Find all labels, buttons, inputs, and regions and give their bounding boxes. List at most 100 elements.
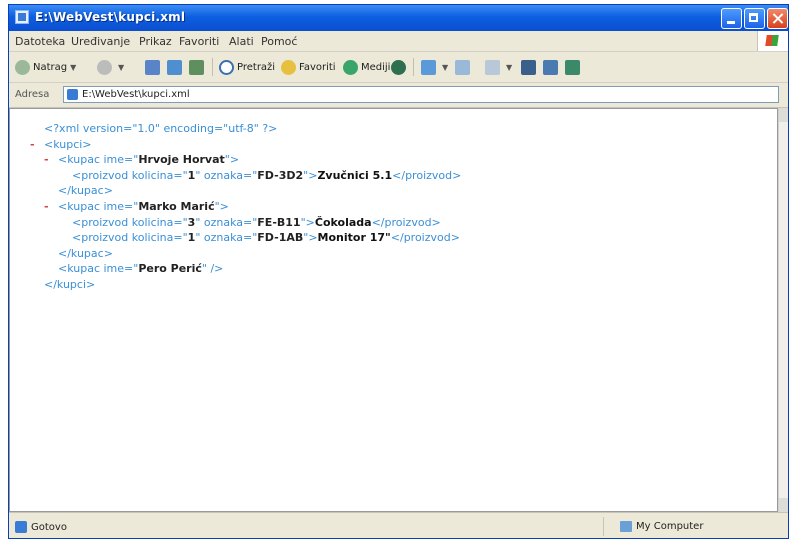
- xml-text-content: Monitor 17": [317, 231, 391, 245]
- xml-tag-part: " />: [201, 262, 224, 276]
- xml-attr-value: Marko Marić: [138, 199, 215, 213]
- address-value: E:\WebVest\kupci.xml: [82, 89, 190, 100]
- xml-tag-part: </kupac>: [58, 246, 113, 260]
- address-input[interactable]: E:\WebVest\kupci.xml: [63, 86, 779, 103]
- toolbar-separator: [212, 58, 213, 76]
- chevron-down-icon: ▼: [70, 62, 77, 72]
- mail-icon: [421, 59, 436, 75]
- menu-file[interactable]: Datoteka: [15, 35, 65, 48]
- xml-tag-part: " oznaka=": [195, 231, 258, 245]
- favorites-button[interactable]: Favoriti: [281, 58, 336, 76]
- messenger-icon: [565, 59, 580, 75]
- title-bar[interactable]: E:\WebVest\kupci.xml: [9, 5, 788, 31]
- menu-view[interactable]: Prikaz: [139, 35, 172, 48]
- search-button[interactable]: Pretraži: [219, 58, 275, 76]
- menu-bar: Datoteka Uređivanje Prikaz Favoriti Alat…: [9, 31, 788, 52]
- minimize-button[interactable]: [721, 8, 742, 29]
- xml-proizvod-line: <proizvod kolicina="1" oznaka="FD-3D2">Z…: [30, 168, 461, 184]
- xml-root-close-line: </kupci>: [30, 277, 461, 293]
- print-button[interactable]: [455, 58, 473, 76]
- address-label: Adresa: [15, 89, 50, 100]
- xml-tag-part: ">: [214, 199, 229, 213]
- xml-root-open-tag: <kupci>: [44, 137, 92, 151]
- menu-help[interactable]: Pomoć: [261, 35, 297, 48]
- xml-tag-part: <kupac ime=": [58, 262, 139, 276]
- mail-button[interactable]: ▼: [421, 58, 448, 76]
- zone-label: My Computer: [636, 521, 704, 532]
- xml-tag-part: <kupac ime=": [58, 153, 139, 167]
- xml-tag-part: <proizvod kolicina=": [72, 168, 188, 182]
- security-zone: My Computer: [603, 517, 774, 536]
- edit-icon: [485, 59, 500, 75]
- menu-tools[interactable]: Alati: [229, 35, 254, 48]
- chevron-down-icon: ▼: [506, 62, 513, 72]
- xml-root-close-tag: </kupci>: [44, 277, 96, 291]
- chevron-down-icon: ▼: [118, 62, 125, 72]
- vertical-scrollbar[interactable]: [778, 108, 788, 512]
- document-view: <?xml version="1.0" encoding="utf-8" ?> …: [9, 108, 778, 512]
- xml-tag-part: </proizvod>: [392, 168, 462, 182]
- close-button[interactable]: [767, 8, 788, 29]
- window-title: E:\WebVest\kupci.xml: [35, 10, 186, 24]
- media-icon: [343, 59, 358, 75]
- xml-tag-part: </proizvod>: [390, 231, 460, 245]
- back-arrow-icon: [15, 59, 30, 75]
- xml-kupac-open-line: - <kupac ime="Hrvoje Horvat">: [30, 152, 461, 168]
- xml-attr-value: Hrvoje Horvat: [138, 153, 225, 167]
- xml-proizvod-line: <proizvod kolicina="1" oznaka="FD-1AB">M…: [30, 230, 461, 246]
- maximize-button[interactable]: [744, 8, 765, 29]
- status-text: Gotovo: [31, 522, 67, 533]
- xml-tag-part: " oznaka=": [195, 215, 258, 229]
- search-label: Pretraži: [237, 61, 276, 73]
- xml-tag-part: ">: [303, 231, 318, 245]
- messenger-button[interactable]: [565, 58, 583, 76]
- xml-text-content: Zvučnici 5.1: [317, 168, 393, 182]
- xml-tag-part: </kupac>: [58, 184, 113, 198]
- xml-tag-part: ">: [300, 215, 315, 229]
- xml-declaration: <?xml version="1.0" encoding="utf-8" ?>: [44, 122, 278, 135]
- stop-icon: [145, 59, 160, 75]
- page-icon: [67, 89, 78, 100]
- xml-attr-value: FD-1AB: [257, 231, 304, 245]
- favorites-label: Favoriti: [299, 61, 336, 73]
- xml-tag-part: <proizvod kolicina=": [72, 231, 188, 245]
- xml-kupac-empty-line: <kupac ime="Pero Perić" />: [30, 261, 461, 277]
- xml-attr-value: Pero Perić: [138, 262, 202, 276]
- menu-edit[interactable]: Uređivanje: [71, 35, 130, 48]
- refresh-icon: [167, 59, 182, 75]
- forward-button[interactable]: ▼: [97, 58, 124, 76]
- xml-tag-part: </proizvod>: [371, 215, 441, 229]
- home-button[interactable]: [189, 58, 207, 76]
- xml-text-content: Čokolada: [314, 215, 372, 229]
- address-bar: Adresa E:\WebVest\kupci.xml: [9, 83, 788, 108]
- edit-button[interactable]: ▼: [485, 58, 512, 76]
- page-done-icon: [15, 521, 27, 533]
- ie-document-icon: [15, 10, 29, 24]
- xml-attr-value: FE-B11: [257, 215, 301, 229]
- browser-window: E:\WebVest\kupci.xml Datoteka Uređivanje…: [8, 4, 789, 539]
- xml-tag-part: <kupac ime=": [58, 199, 139, 213]
- xml-tag-part: <proizvod kolicina=": [72, 215, 188, 229]
- xml-kupac-close-line: </kupac>: [30, 246, 461, 262]
- status-bar: Gotovo My Computer: [9, 512, 788, 538]
- media-label: Mediji: [361, 61, 391, 73]
- research-button[interactable]: [543, 58, 561, 76]
- toolbar: Natrag ▼ ▼ Pretraži Favoriti Mediji ▼ ▼: [9, 52, 788, 83]
- history-button[interactable]: [391, 58, 409, 76]
- scroll-down-button[interactable]: [779, 498, 788, 512]
- menu-favorites[interactable]: Favoriti: [179, 35, 219, 48]
- search-icon: [219, 59, 234, 75]
- back-button[interactable]: Natrag ▼: [15, 58, 76, 76]
- media-button[interactable]: Mediji: [343, 58, 390, 76]
- stop-button[interactable]: [145, 58, 163, 76]
- research-icon: [543, 59, 558, 75]
- refresh-button[interactable]: [167, 58, 185, 76]
- xml-declaration-line: <?xml version="1.0" encoding="utf-8" ?>: [30, 121, 461, 137]
- collapse-toggle[interactable]: -: [30, 137, 44, 153]
- collapse-toggle[interactable]: -: [44, 199, 58, 215]
- collapse-toggle[interactable]: -: [44, 152, 58, 168]
- scroll-up-button[interactable]: [779, 108, 788, 122]
- forward-arrow-icon: [97, 59, 112, 75]
- discuss-button[interactable]: [521, 58, 539, 76]
- toolbar-separator: [413, 58, 414, 76]
